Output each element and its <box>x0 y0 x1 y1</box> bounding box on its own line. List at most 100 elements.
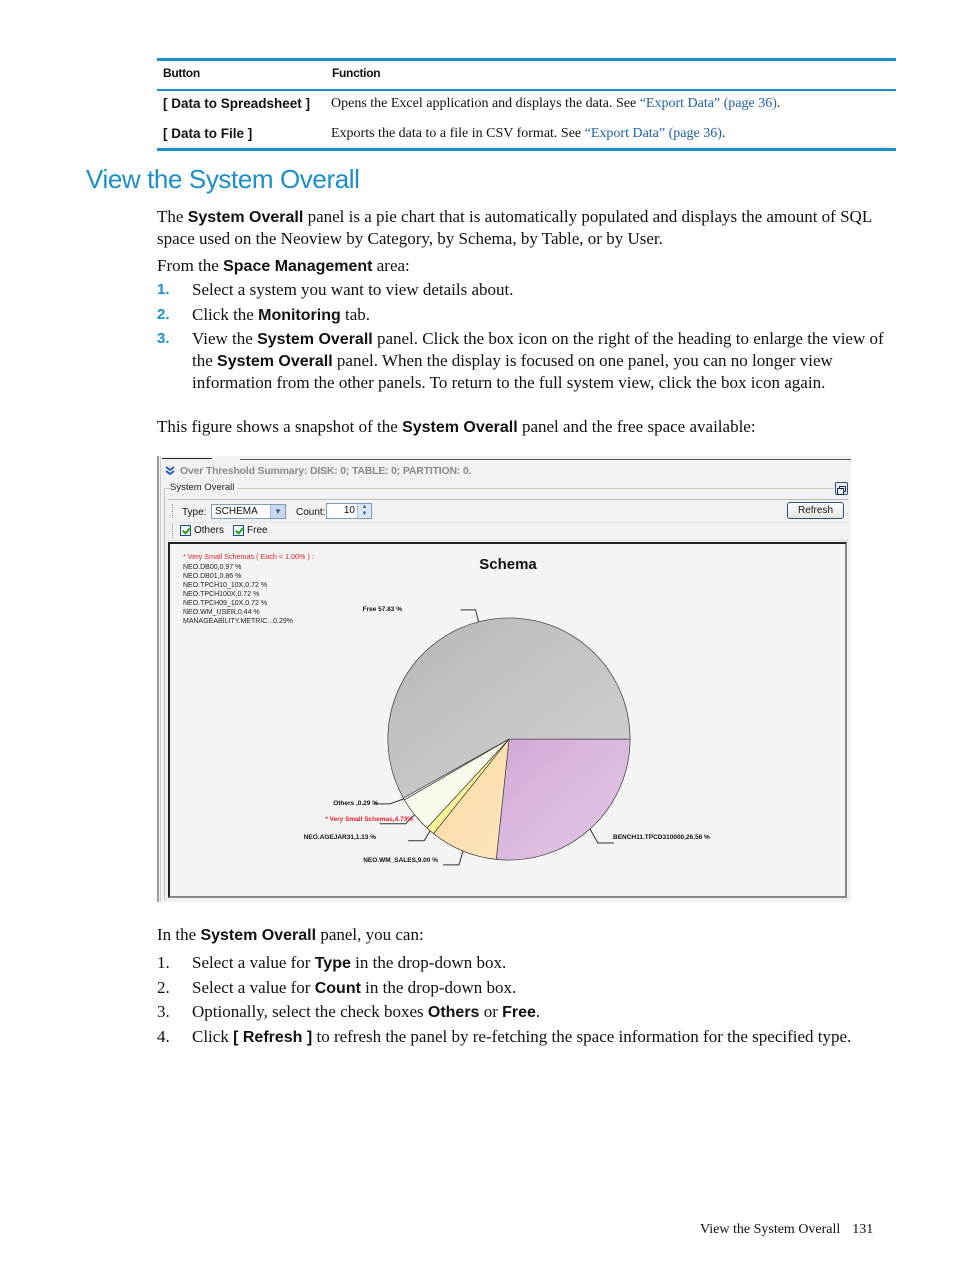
text: Click the <box>192 305 259 324</box>
ui-term: Free <box>502 1004 536 1021</box>
type-label: Type: <box>182 507 207 518</box>
type-dropdown[interactable]: SCHEMA ▼ <box>211 504 286 519</box>
pie-slice-label: NEO.WM_SALES,9.00 % <box>363 857 438 864</box>
text: or <box>479 1002 503 1021</box>
action-number: 4. <box>157 1027 170 1046</box>
text: The <box>157 207 188 226</box>
pie-slice-label: Others ,0.29 % <box>333 800 378 807</box>
pie-slice-label: NEO.AGEJAR31,1.13 % <box>304 834 376 841</box>
footer-title: View the System Overall <box>700 1222 841 1237</box>
toolbar-grip[interactable] <box>172 524 175 538</box>
others-checkbox[interactable] <box>180 525 191 536</box>
text: . <box>535 1002 541 1021</box>
step-number: 3. <box>157 330 170 347</box>
ui-term: System Overall <box>257 331 373 348</box>
pie-leader-line <box>373 798 405 805</box>
text: Click <box>192 1027 234 1046</box>
maximize-box-button[interactable] <box>835 482 848 495</box>
after-figure-paragraph: In the System Overall panel, you can: <box>157 924 899 946</box>
action-text: Select a value for Type in the drop-down… <box>192 952 899 974</box>
text: to refresh the panel by re-fetching the … <box>312 1027 852 1046</box>
action-text: Optionally, select the check boxes Other… <box>192 1001 899 1023</box>
small-schema-legend-item: NEO.WM_USER,0.44 % <box>183 609 260 616</box>
ui-term: Monitoring <box>258 307 341 324</box>
text: in the drop-down box. <box>360 978 517 997</box>
small-schema-legend-item: NEO.DB01,0.86 % <box>183 573 241 580</box>
text: panel and the free space available: <box>517 417 756 436</box>
refresh-button[interactable]: Refresh <box>787 502 844 519</box>
chevron-down-icon[interactable]: ▼ <box>270 505 285 518</box>
ui-term: [ Refresh ] <box>233 1029 313 1046</box>
pie-leader-line <box>443 850 464 866</box>
threshold-summary: Over Threshold Summary: DISK: 0; TABLE: … <box>180 465 472 477</box>
function-tail: . <box>776 96 781 111</box>
action-number: 3. <box>157 1002 170 1021</box>
group-border <box>164 488 834 489</box>
pie-chart-area: Schema * Very Small Schemas ( Each < 1.0… <box>168 542 847 898</box>
small-schema-legend-item: NEO.TPCH100X,0.72 % <box>183 591 259 598</box>
export-data-link[interactable]: “Export Data” (page 36) <box>585 126 722 141</box>
others-label[interactable]: Others <box>194 525 224 536</box>
page-number: 131 <box>852 1222 874 1237</box>
function-tail: . <box>721 126 726 141</box>
action-text: Click [ Refresh ] to refresh the panel b… <box>192 1026 899 1048</box>
export-data-link[interactable]: “Export Data” (page 36) <box>640 96 777 111</box>
intro-paragraph-2: From the Space Management area: <box>157 255 899 277</box>
table-cell-function: Opens the Excel application and displays… <box>331 96 780 112</box>
pie-slice-label: * Very Small Schemas,4.73% <box>325 816 413 823</box>
function-text: Opens the Excel application and displays… <box>331 96 640 111</box>
text: In the <box>157 925 201 944</box>
type-count-toolbar: Type: SCHEMA ▼ Count: 10 ▲ ▼ Refresh <box>168 499 848 523</box>
count-stepper[interactable]: 10 ▲ ▼ <box>326 503 372 519</box>
function-text: Exports the data to a file in CSV format… <box>331 126 585 141</box>
figure-border <box>160 456 161 902</box>
pie-slice-shading <box>496 739 630 860</box>
step-number: 2. <box>157 306 170 323</box>
text: tab. <box>340 305 371 324</box>
text: in the drop-down box. <box>350 953 507 972</box>
text: View the <box>192 329 258 348</box>
free-checkbox[interactable] <box>233 525 244 536</box>
step-number: 1. <box>157 281 170 298</box>
table-header-button: Button <box>163 66 200 80</box>
pie-slice-label: Free 57.83 % <box>363 606 403 613</box>
action-text: Select a value for Count in the drop-dow… <box>192 977 899 999</box>
table-cell-button: [ Data to File ] <box>163 126 253 141</box>
intro-paragraph: The System Overall panel is a pie chart … <box>157 206 899 249</box>
free-label[interactable]: Free <box>247 525 268 536</box>
ui-term: System Overall <box>200 927 317 944</box>
table-header-function: Function <box>332 66 381 80</box>
figure-caption: This figure shows a snapshot of the Syst… <box>157 416 899 438</box>
figure-border <box>157 456 159 902</box>
pie-slices <box>387 617 631 861</box>
pie-chart: Schema * Very Small Schemas ( Each < 1.0… <box>183 552 710 866</box>
table-cell-button: [ Data to Spreadsheet ] <box>163 96 311 111</box>
ui-term: Type <box>314 955 351 972</box>
ui-term: Count <box>314 980 361 997</box>
text: From the <box>157 256 224 275</box>
ui-term: System Overall <box>217 353 333 370</box>
collapse-chevron-icon[interactable] <box>165 466 175 478</box>
page-footer: View the System Overall 131 <box>700 1222 873 1238</box>
group-label: System Overall <box>170 482 238 493</box>
small-schemas-legend-title: * Very Small Schemas ( Each < 1.00% ) : <box>183 552 314 561</box>
small-schema-legend-item: MANAGEABILITY.METRIC...0.29% <box>183 618 293 625</box>
table-bottom-rule <box>157 148 896 151</box>
step-text: Click the Monitoring tab. <box>192 304 899 326</box>
filter-toolbar: Others Free <box>168 522 848 541</box>
toolbar-grip[interactable] <box>172 504 175 518</box>
action-number: 1. <box>157 953 170 972</box>
spin-arrows-icon[interactable]: ▲ ▼ <box>357 504 371 518</box>
count-label: Count: <box>296 507 326 518</box>
table-header-rule <box>157 89 896 91</box>
chart-title: Schema <box>479 556 537 573</box>
pie-slice-label: BENCH11.TPCD310000,26.56 % <box>613 834 710 841</box>
type-value: SCHEMA <box>215 506 258 517</box>
step-text: View the System Overall panel. Click the… <box>192 328 899 393</box>
text: panel, you can: <box>316 925 424 944</box>
text: This figure shows a snapshot of the <box>157 417 403 436</box>
pie-leader-line <box>460 609 480 623</box>
text: Select a value for <box>192 953 315 972</box>
small-schema-legend-item: NEO.TPCH09_10X,0.72 % <box>183 600 267 607</box>
ui-term: System Overall <box>187 209 304 226</box>
